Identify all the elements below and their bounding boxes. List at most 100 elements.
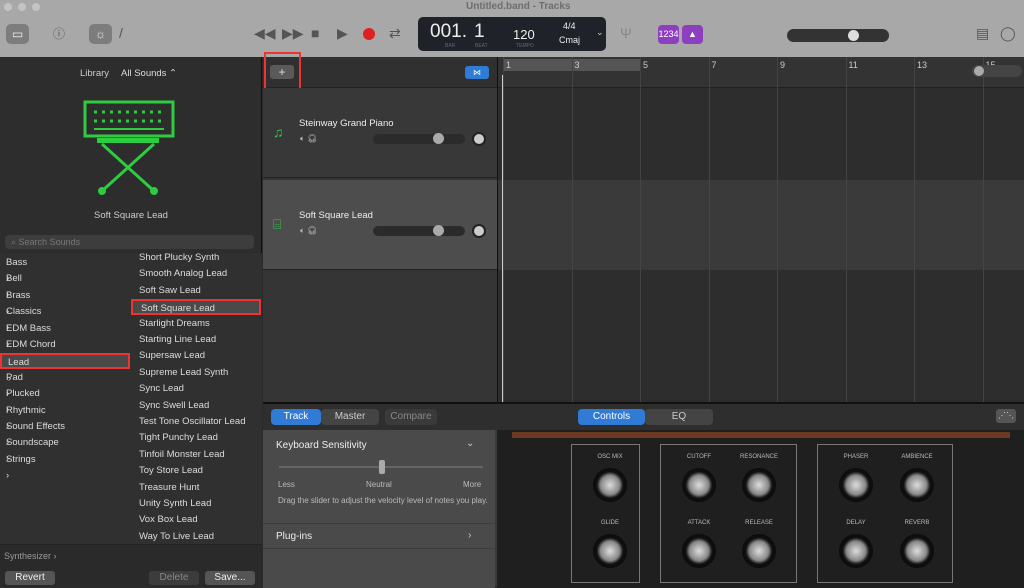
tab-master[interactable]: Master xyxy=(321,409,379,425)
category-item[interactable]: Bass › xyxy=(0,255,130,284)
sound-item[interactable]: Short Plucky Synth xyxy=(131,250,261,266)
cycle-icon[interactable]: ⇄ xyxy=(389,25,401,42)
category-label: Bell xyxy=(6,273,22,285)
editor-icon[interactable]: ⋰⋱ xyxy=(996,409,1016,423)
knob-glide[interactable] xyxy=(593,534,627,568)
category-item[interactable]: Rhythmic › xyxy=(0,403,130,432)
save-button[interactable]: Save... xyxy=(205,571,255,585)
category-item[interactable]: Lead › xyxy=(0,353,130,384)
volume-thumb[interactable] xyxy=(848,30,859,41)
sound-item[interactable]: Way To Live Lead xyxy=(131,529,261,545)
smart-controls-button[interactable]: ☼ xyxy=(89,24,112,44)
knob-delay[interactable] xyxy=(839,534,873,568)
help-icon[interactable]: ⓘ xyxy=(53,25,65,42)
zoom-slider[interactable] xyxy=(972,65,1022,77)
sound-item[interactable]: Starting Line Lead xyxy=(131,332,261,348)
tempo[interactable]: 120 xyxy=(513,27,535,42)
library-button[interactable]: ▭ xyxy=(6,24,29,44)
track-row[interactable]: ♫ Steinway Grand Piano 🔈︎ 🎧︎ xyxy=(263,88,497,178)
tuner-icon[interactable]: Ψ xyxy=(620,25,632,41)
bar-number: 3 xyxy=(574,60,580,70)
pan-knob[interactable] xyxy=(472,224,486,238)
timeline[interactable]: 13579111315 xyxy=(497,57,1024,402)
sound-item[interactable]: Unity Synth Lead xyxy=(131,496,261,512)
time-signature[interactable]: 4/4 xyxy=(563,21,576,31)
delete-button[interactable]: Delete xyxy=(149,571,199,585)
category-item[interactable]: Pad › xyxy=(0,370,130,399)
knob-resonance[interactable] xyxy=(742,468,776,502)
breadcrumb[interactable]: Synthesizer › xyxy=(4,551,57,561)
search-input[interactable]: ⌕ Search Sounds xyxy=(5,235,254,249)
category-item[interactable]: Classics › xyxy=(0,304,130,333)
category-item[interactable]: Brass › xyxy=(0,288,130,317)
category-item[interactable]: EDM Bass › xyxy=(0,321,130,350)
sound-item[interactable]: Tinfoil Monster Lead xyxy=(131,447,261,463)
sound-item[interactable]: Vox Box Lead xyxy=(131,512,261,528)
fast-forward-icon[interactable]: ▶▶ xyxy=(282,25,304,42)
sound-item[interactable]: Supersaw Lead xyxy=(131,348,261,364)
play-icon[interactable]: ▶ xyxy=(337,25,348,42)
knob-cutoff[interactable] xyxy=(682,468,716,502)
knob-reverb[interactable] xyxy=(900,534,934,568)
playhead[interactable] xyxy=(502,75,503,402)
sound-item[interactable]: Test Tone Oscillator Lead xyxy=(131,414,261,430)
plugins-row[interactable]: Plug-ins › xyxy=(263,523,495,549)
stop-icon[interactable]: ■ xyxy=(311,25,319,41)
metronome-icon[interactable]: ▲ xyxy=(682,25,703,44)
track-lane[interactable] xyxy=(498,180,1024,270)
category-item[interactable]: Plucked › xyxy=(0,386,130,415)
key[interactable]: Cmaj xyxy=(559,35,580,45)
knob-osc-mix[interactable] xyxy=(593,468,627,502)
knob-phaser[interactable] xyxy=(839,468,873,502)
record-button[interactable] xyxy=(363,28,375,40)
rewind-icon[interactable]: ◀◀ xyxy=(254,25,276,42)
sensitivity-slider[interactable] xyxy=(279,460,483,474)
bar-beat: 001. xyxy=(430,21,467,42)
sound-item[interactable]: Treasure Hunt xyxy=(131,480,261,496)
master-volume-slider[interactable] xyxy=(787,29,889,42)
mute-solo-buttons[interactable]: 🔈︎ 🎧︎ xyxy=(300,226,317,236)
category-item[interactable]: Bell › xyxy=(0,271,130,300)
track-row[interactable]: ⌸ Soft Square Lead 🔈︎ 🎧︎ xyxy=(263,180,497,270)
chevron-down-icon[interactable]: ⌄ xyxy=(596,27,604,38)
loop-browser-icon[interactable]: ◯ xyxy=(1000,25,1016,42)
category-item[interactable]: Sound Effects › xyxy=(0,419,130,448)
close-button[interactable] xyxy=(4,3,12,11)
track-volume-slider[interactable] xyxy=(373,133,465,144)
track-volume-slider[interactable] xyxy=(373,225,465,236)
category-item[interactable]: Strings › xyxy=(0,452,130,481)
tab-eq[interactable]: EQ xyxy=(645,409,713,425)
sound-item[interactable]: Starlight Dreams xyxy=(131,316,261,332)
note-pad-icon[interactable]: ▤ xyxy=(976,25,989,42)
category-item[interactable]: Soundscape › xyxy=(0,435,130,464)
chevron-down-icon[interactable]: ⌄ xyxy=(466,438,474,449)
tab-controls[interactable]: Controls xyxy=(578,409,645,425)
sound-item[interactable]: Smooth Analog Lead xyxy=(131,266,261,282)
knob-label: CUTOFF xyxy=(686,454,712,460)
zoom-button[interactable] xyxy=(32,3,40,11)
smart-controls: Track Master Compare Controls EQ ⋰⋱ Keyb… xyxy=(263,402,1024,588)
lcd-display[interactable]: 001. 1 BAR BEAT 120 TEMPO 4/4 Cmaj ⌄ xyxy=(418,17,606,51)
sound-item[interactable]: Sync Swell Lead xyxy=(131,398,261,414)
catch-playhead-button[interactable]: ⋈ xyxy=(465,66,489,79)
compare-button[interactable]: Compare xyxy=(385,409,437,425)
category-item[interactable]: EDM Chord› xyxy=(0,337,130,366)
knob-release[interactable] xyxy=(742,534,776,568)
tab-track[interactable]: Track xyxy=(271,409,321,425)
sound-item[interactable]: Tight Punchy Lead xyxy=(131,430,261,446)
minimize-button[interactable] xyxy=(18,3,26,11)
sound-item[interactable]: Toy Store Lead xyxy=(131,463,261,479)
sound-item[interactable]: Sync Lead xyxy=(131,381,261,397)
mute-solo-buttons[interactable]: 🔈︎ 🎧︎ xyxy=(300,134,317,144)
count-in-button[interactable]: 1234 xyxy=(658,25,679,44)
knob-attack[interactable] xyxy=(682,534,716,568)
revert-button[interactable]: Revert xyxy=(5,571,55,585)
library-filter[interactable]: All Sounds ⌃ xyxy=(121,68,177,79)
pencil-icon[interactable]: / xyxy=(119,25,123,41)
sound-item[interactable]: Soft Square Lead xyxy=(131,299,261,316)
sound-item[interactable]: Soft Saw Lead xyxy=(131,283,261,299)
add-track-button[interactable]: + xyxy=(270,65,294,79)
pan-knob[interactable] xyxy=(472,132,486,146)
sound-item[interactable]: Supreme Lead Synth xyxy=(131,365,261,381)
knob-ambience[interactable] xyxy=(900,468,934,502)
